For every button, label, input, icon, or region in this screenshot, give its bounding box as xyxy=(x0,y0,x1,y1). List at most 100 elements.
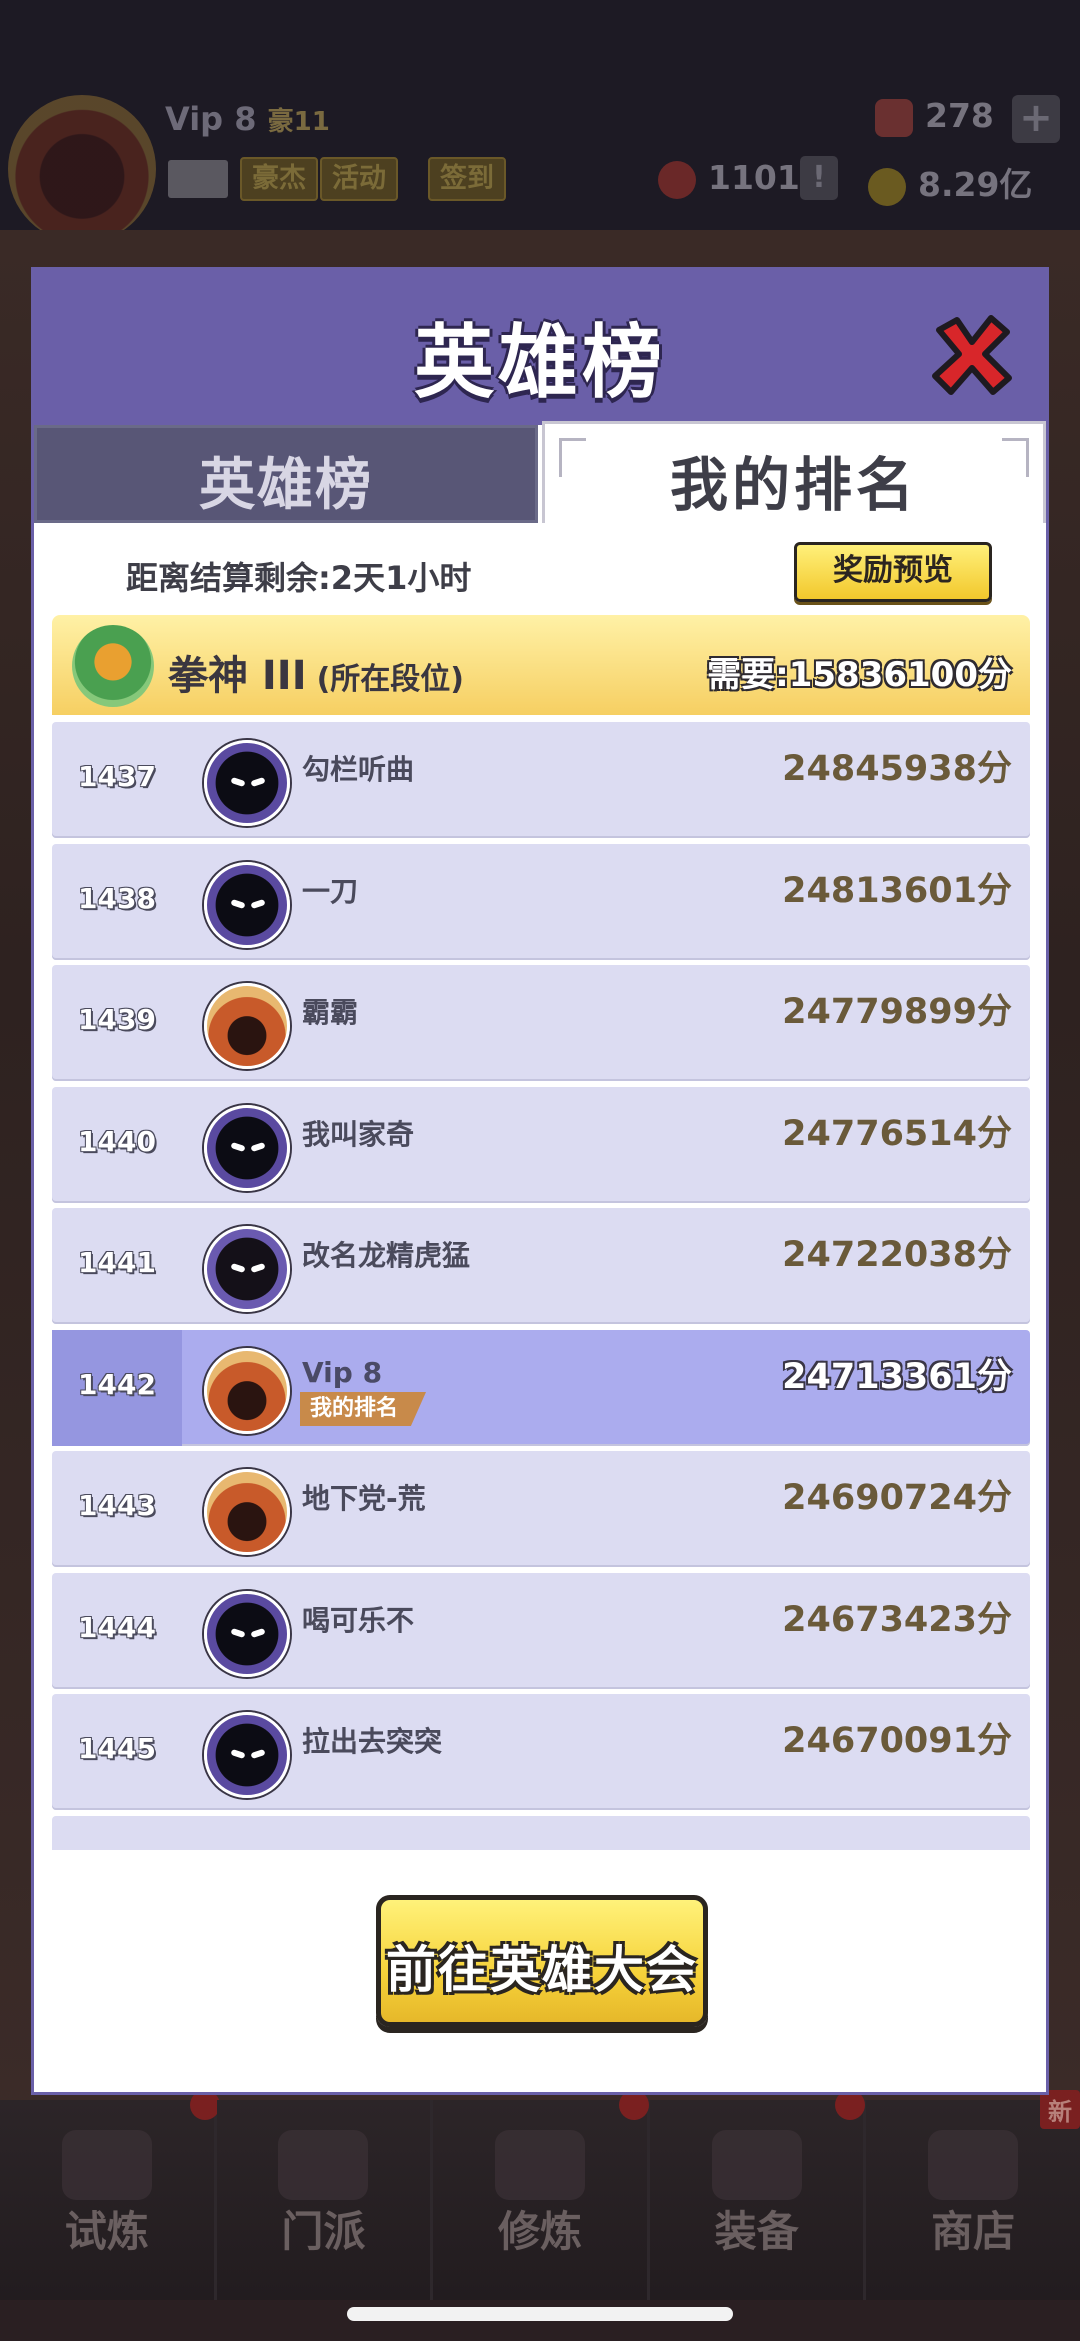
sword-icon xyxy=(711,2130,802,2200)
tier-requirement: 需要:15836100分 xyxy=(707,655,1012,695)
rank-number: 1437 xyxy=(78,760,156,793)
ninja-avatar[interactable] xyxy=(204,1105,290,1191)
rank-cell: 1442 xyxy=(52,1330,182,1446)
nav-label: 试炼 xyxy=(64,2207,149,2256)
player-score: 24776514分 xyxy=(782,1114,1012,1154)
leaderboard-modal: 英雄榜 英雄榜 我的排名 距离结算剩余:2天1小时 奖励预览 拳神 III (所在… xyxy=(34,270,1046,2092)
rank-cell: 1443 xyxy=(52,1451,182,1567)
notification-dot xyxy=(835,2090,866,2120)
rank-row[interactable]: 1438 一刀 24813601分 xyxy=(52,844,1030,960)
nav-label: 门派 xyxy=(281,2207,366,2256)
gold-coin-icon xyxy=(868,167,906,206)
nav-tab-sect[interactable]: 门派 xyxy=(216,2100,434,2300)
chip-activity[interactable]: 活动 xyxy=(320,157,398,201)
rank-row[interactable]: 1440 我叫家奇 24776514分 xyxy=(52,1087,1030,1203)
tab-label: 我的排名 xyxy=(669,451,918,519)
rank-row[interactable]: 1445 拉出去突突 24670091分 xyxy=(52,1694,1030,1810)
ninja-avatar[interactable] xyxy=(204,1712,290,1798)
home-indicator[interactable] xyxy=(347,2307,733,2321)
eye xyxy=(230,1141,246,1153)
settlement-countdown: 距离结算剩余:2天1小时 xyxy=(126,559,472,597)
ninja-avatar[interactable] xyxy=(204,862,290,948)
button-label: 前往英雄大会 xyxy=(386,1941,698,1999)
my-rank-tag: 我的排名 xyxy=(300,1392,427,1426)
notification-dot xyxy=(190,2090,220,2120)
nav-label: 商店 xyxy=(931,2207,1016,2256)
rabbit-avatar[interactable] xyxy=(204,1469,290,1555)
reward-preview-button[interactable]: 奖励预览 xyxy=(794,542,992,602)
rank-number: 1441 xyxy=(78,1246,156,1279)
chip-signin[interactable]: 签到 xyxy=(428,157,506,201)
tier-bar: 拳神 III (所在段位) 需要:15836100分 xyxy=(52,615,1030,715)
my-rank-row[interactable]: 1442 Vip 8 我的排名 24713361分 xyxy=(52,1330,1030,1446)
player-name: 霸霸 xyxy=(302,996,359,1029)
alert-button[interactable]: ! xyxy=(800,156,838,200)
eye xyxy=(250,1262,266,1274)
eye xyxy=(230,898,246,910)
nav-tab-equipment[interactable]: 装备 xyxy=(649,2090,867,2300)
shop-icon xyxy=(928,2130,1019,2200)
rank-cell: 1440 xyxy=(52,1087,182,1203)
player-score: 24779899分 xyxy=(782,992,1012,1032)
ninja-avatar[interactable] xyxy=(204,1591,290,1677)
nav-label: 修炼 xyxy=(497,2207,582,2256)
rank-row-partial[interactable] xyxy=(52,1816,1030,1850)
ninja-avatar[interactable] xyxy=(204,740,290,826)
tab-label: 英雄榜 xyxy=(199,453,373,518)
player-score: 24713361分 xyxy=(782,1357,1012,1397)
player-name: 拉出去突突 xyxy=(302,1725,443,1758)
eye xyxy=(230,1627,246,1639)
player-name: 改名龙精虎猛 xyxy=(302,1239,471,1272)
player-vip: Vip 8 豪11 xyxy=(165,100,330,138)
close-button[interactable] xyxy=(929,312,1015,398)
rank-row[interactable]: 1443 地下党-荒 24690724分 xyxy=(52,1451,1030,1567)
tab-my-ranking[interactable]: 我的排名 xyxy=(542,421,1046,523)
rank-number: 1442 xyxy=(78,1368,156,1401)
add-gem-button[interactable]: + xyxy=(1012,95,1060,143)
eye xyxy=(250,1748,266,1760)
goto-hero-conference-button[interactable]: 前往英雄大会 xyxy=(376,1895,708,2027)
player-name: 一刀 xyxy=(302,875,359,908)
player-avatar[interactable] xyxy=(8,95,156,243)
player-name: 喝可乐不 xyxy=(302,1604,415,1637)
tab-bar: 英雄榜 我的排名 xyxy=(34,421,1046,523)
tier-name: 拳神 III (所在段位) xyxy=(168,653,464,699)
eye xyxy=(250,776,266,788)
player-name: Vip 8 xyxy=(302,1356,383,1389)
temple-icon xyxy=(278,2130,369,2200)
nav-tab-trial[interactable]: 试炼 xyxy=(0,2090,220,2300)
nav-tab-cultivate[interactable]: 修炼 xyxy=(433,2090,650,2300)
player-score: 24673423分 xyxy=(782,1600,1012,1640)
nav-tab-shop[interactable]: 商店 新 xyxy=(866,2090,1080,2300)
rank-cell: 1437 xyxy=(52,722,182,838)
tier-emblem-icon xyxy=(72,625,154,707)
mail-icon[interactable] xyxy=(168,160,228,198)
ticket-counter: 1101 xyxy=(658,158,800,199)
rank-cell: 1439 xyxy=(52,965,182,1081)
player-name: 勾栏听曲 xyxy=(302,753,415,786)
rank-cell: 1445 xyxy=(52,1694,182,1810)
gold-counter: 8.29亿 xyxy=(868,158,1032,206)
eye xyxy=(250,1141,266,1153)
rank-row[interactable]: 1441 改名龙精虎猛 24722038分 xyxy=(52,1208,1030,1324)
rabbit-avatar[interactable] xyxy=(204,1348,290,1434)
chip-haojie[interactable]: 豪杰 xyxy=(240,157,318,201)
eye xyxy=(230,1262,246,1274)
player-name: 我叫家奇 xyxy=(302,1118,415,1151)
rank-cell: 1441 xyxy=(52,1208,182,1324)
rank-number: 1443 xyxy=(78,1489,156,1522)
ranking-list[interactable]: 1437 勾栏听曲 24845938分 1438 一刀 24813601分 1439 霸霸 24… xyxy=(52,722,1030,1850)
tab-hero-list[interactable]: 英雄榜 xyxy=(34,425,538,523)
rank-row[interactable]: 1439 霸霸 24779899分 xyxy=(52,965,1030,1081)
rank-row[interactable]: 1444 喝可乐不 24673423分 xyxy=(52,1573,1030,1689)
rank-number: 1438 xyxy=(78,882,156,915)
rank-number: 1445 xyxy=(78,1732,156,1765)
eye xyxy=(250,1627,266,1639)
rank-number: 1439 xyxy=(78,1003,156,1036)
eye xyxy=(230,1748,246,1760)
rank-row[interactable]: 1437 勾栏听曲 24845938分 xyxy=(52,722,1030,838)
player-name: 地下党-荒 xyxy=(302,1482,426,1515)
rabbit-avatar[interactable] xyxy=(204,983,290,1069)
close-icon xyxy=(932,315,1012,395)
ninja-avatar[interactable] xyxy=(204,1226,290,1312)
